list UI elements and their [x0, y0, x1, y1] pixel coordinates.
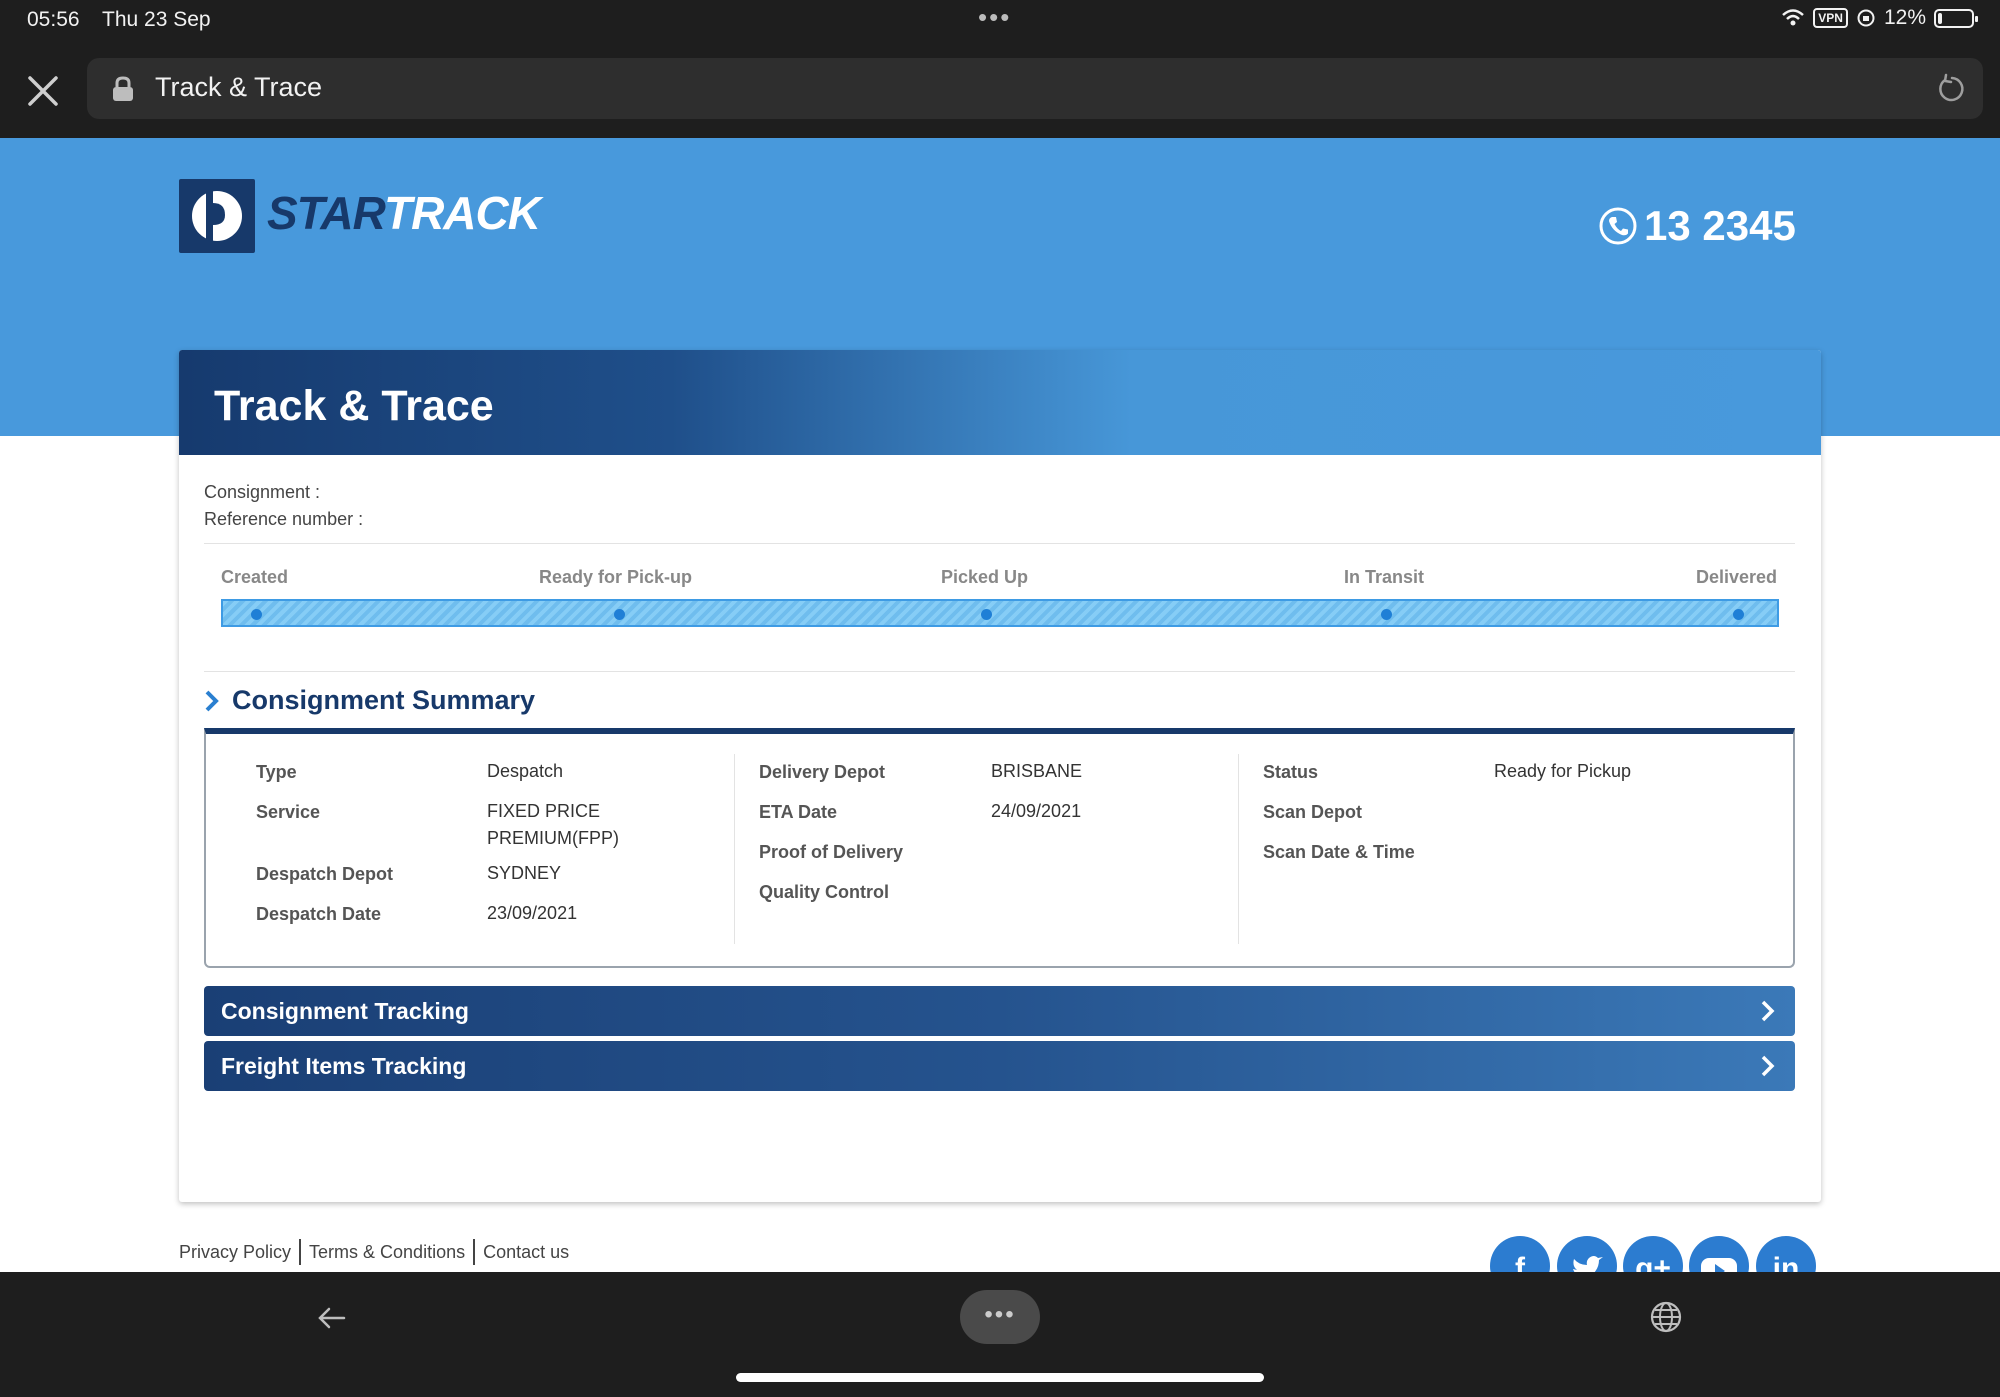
- progress-bar: [221, 599, 1779, 627]
- despatch-date-label: Despatch Date: [256, 904, 382, 924]
- freight-items-tracking-label: Freight Items Tracking: [221, 1053, 467, 1079]
- footer-separator: [299, 1239, 302, 1265]
- chevron-right-icon: [1761, 1000, 1775, 1022]
- divider: [204, 671, 1795, 672]
- status-icons: VPN 12%: [1781, 6, 1978, 30]
- multitask-dots-icon[interactable]: •••: [978, 2, 1011, 33]
- brand-logo-text[interactable]: STARTRACK: [267, 186, 541, 240]
- type-label: Type: [256, 762, 297, 782]
- status-date: Thu 23 Sep: [102, 8, 211, 31]
- step-delivered: Delivered: [1696, 567, 1778, 587]
- battery-fill: [1938, 12, 1942, 24]
- chevron-right-icon: [205, 690, 219, 711]
- service-value: FIXED PRICE PREMIUM(FPP): [487, 801, 619, 848]
- battery-icon: [1934, 8, 1978, 28]
- eta-date-value: 24/09/2021: [991, 801, 1082, 821]
- despatch-depot-label: Despatch Depot: [256, 864, 394, 884]
- wifi-icon: [1782, 9, 1805, 26]
- brand-star: STAR: [267, 187, 385, 239]
- step-in-transit: In Transit: [1344, 567, 1425, 587]
- lock-icon: [113, 76, 133, 101]
- rotation-lock-icon: [1857, 9, 1875, 27]
- phone-number: 13 2345: [1644, 202, 1796, 249]
- service-label: Service: [256, 802, 321, 822]
- consignment-tracking-label: Consignment Tracking: [221, 998, 469, 1024]
- vpn-badge: VPN: [1813, 8, 1848, 28]
- step-picked-up: Picked Up: [941, 567, 1029, 587]
- startrack-logo-icon[interactable]: [179, 179, 255, 253]
- chevron-right-icon: [1761, 1055, 1775, 1077]
- progress-dot-ready: [614, 609, 625, 620]
- consignment-summary-panel: Type Despatch Service FIXED PRICE PREMIU…: [204, 728, 1795, 968]
- home-indicator[interactable]: [736, 1373, 1264, 1382]
- privacy-policy-link[interactable]: Privacy Policy: [179, 1242, 291, 1263]
- battery-percent: 12%: [1883, 6, 1926, 29]
- contact-us-link[interactable]: Contact us: [483, 1242, 569, 1263]
- progress-dot-delivered: [1733, 609, 1744, 620]
- page-title: Track & Trace: [214, 382, 494, 430]
- scan-depot-label: Scan Depot: [1263, 802, 1363, 822]
- divider: [204, 543, 1795, 544]
- status-value: Ready for Pickup: [1494, 761, 1632, 781]
- scan-date-time-label: Scan Date & Time: [1263, 842, 1415, 862]
- type-value: Despatch: [487, 761, 564, 781]
- status-time: 05:56: [27, 8, 80, 31]
- progress-dot-created: [251, 609, 262, 620]
- progress-dot-in-transit: [1381, 609, 1392, 620]
- step-ready-for-pickup: Ready for Pick-up: [539, 567, 693, 587]
- terms-conditions-link[interactable]: Terms & Conditions: [309, 1242, 465, 1263]
- phone-icon: [1599, 207, 1637, 245]
- progress-dot-picked-up: [981, 609, 992, 620]
- globe-icon[interactable]: [1648, 1299, 1684, 1335]
- consignment-label: Consignment :: [204, 482, 321, 502]
- address-bar[interactable]: Track & Trace: [87, 58, 1983, 119]
- delivery-depot-label: Delivery Depot: [759, 762, 886, 782]
- summary-title: Consignment Summary: [232, 685, 536, 715]
- back-arrow-icon[interactable]: [314, 1300, 350, 1336]
- summary-header[interactable]: Consignment Summary: [204, 685, 535, 716]
- despatch-depot-value: SYDNEY: [487, 863, 562, 883]
- delivery-depot-value: BRISBANE: [991, 761, 1083, 781]
- column-divider: [734, 754, 735, 944]
- column-divider: [1238, 754, 1239, 944]
- eta-date-label: ETA Date: [759, 802, 838, 822]
- despatch-date-value: 23/09/2021: [487, 903, 578, 923]
- address-bar-title: Track & Trace: [155, 72, 323, 102]
- quality-control-label: Quality Control: [759, 882, 889, 902]
- footer-links: Privacy Policy Terms & Conditions Contac…: [179, 1239, 569, 1265]
- footer-separator: [473, 1239, 476, 1265]
- card-header: Track & Trace: [179, 350, 1821, 455]
- freight-items-tracking-accordion[interactable]: Freight Items Tracking: [204, 1041, 1795, 1091]
- consignment-tracking-accordion[interactable]: Consignment Tracking: [204, 986, 1795, 1036]
- reference-number-label: Reference number :: [204, 509, 364, 529]
- step-created: Created: [221, 567, 289, 587]
- track-trace-card: Track & Trace Consignment : Reference nu…: [179, 350, 1821, 1202]
- reload-icon[interactable]: [1935, 72, 1969, 106]
- status-label: Status: [1263, 762, 1319, 782]
- close-icon[interactable]: [22, 70, 64, 112]
- browser-toolbar: Track & Trace: [0, 40, 2000, 138]
- phone-contact[interactable]: 13 2345: [1598, 202, 1796, 250]
- menu-button[interactable]: •••: [960, 1290, 1040, 1344]
- proof-of-delivery-label: Proof of Delivery: [759, 842, 904, 862]
- browser-bottom-bar: •••: [0, 1272, 2000, 1397]
- status-bar: 05:56 Thu 23 Sep ••• VPN 12%: [0, 0, 2000, 40]
- brand-track: TRACK: [383, 187, 541, 239]
